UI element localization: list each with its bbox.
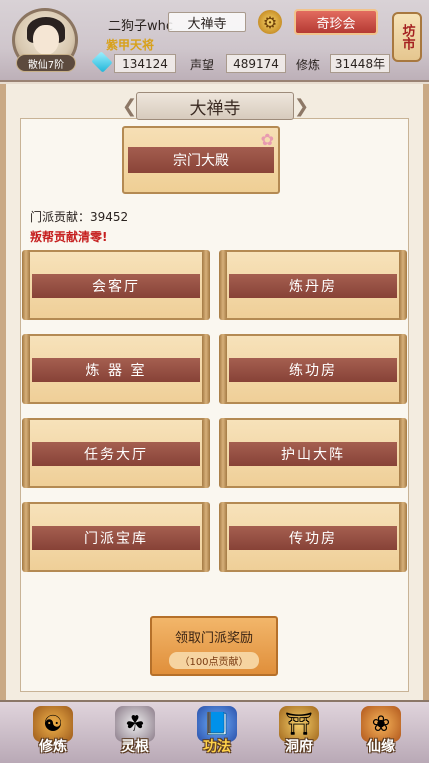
top-header: 散仙7阶 二狗子whc 大禅寺 紫甲天将 ⚙ 奇珍会 坊市 134124 声望 … (0, 0, 429, 82)
sect-contribution: 门派贡献：39452 (30, 210, 129, 224)
panel-title: 大禅寺 (136, 92, 294, 120)
room-label: 传功房 (229, 526, 397, 550)
avatar-face (33, 25, 59, 55)
cultivation-value: 31448年 (330, 54, 390, 73)
nav-item-fate[interactable]: ❀ 仙缘 (348, 706, 414, 763)
rank-tag: 散仙7阶 (16, 54, 76, 72)
bottom-nav: ☯ 修炼 ☘ 灵根 📘 功法 ⛩ 洞府 ❀ 仙缘 (0, 700, 429, 763)
nav-label: 功法 (203, 739, 231, 755)
scroll-roll (399, 502, 407, 572)
room-label: 门派宝库 (32, 526, 200, 550)
room-label: 炼 器 室 (32, 358, 200, 382)
scroll-roll (22, 334, 30, 404)
scroll-roll (202, 334, 210, 404)
gem-icon (91, 51, 113, 73)
claim-reward-button[interactable]: 领取门派奖励 （100点贡献） (150, 616, 278, 676)
scroll-roll (22, 502, 30, 572)
player-name: 二狗子whc (108, 19, 174, 34)
room-label: 练功房 (229, 358, 397, 382)
nav-label: 洞府 (285, 739, 313, 755)
reputation-value: 489174 (226, 54, 286, 73)
claim-reward-label: 领取门派奖励 (174, 631, 253, 646)
room-button-training[interactable]: 练功房 (219, 334, 407, 404)
nav-item-cultivate[interactable]: ☯ 修炼 (20, 706, 86, 763)
title-left-ornament-icon: ❮ (122, 96, 138, 117)
nav-label: 仙缘 (367, 739, 395, 755)
scroll-roll (22, 250, 30, 320)
player-title: 紫甲天将 (106, 38, 155, 52)
reputation-label: 声望 (190, 58, 215, 72)
room-button-skill-transfer[interactable]: 传功房 (219, 502, 407, 572)
settings-gear-icon[interactable]: ⚙ (258, 10, 282, 34)
scroll-roll (219, 502, 227, 572)
room-button-reception[interactable]: 会客厅 (22, 250, 210, 320)
scroll-roll (399, 418, 407, 488)
scroll-roll (22, 418, 30, 488)
blossom-icon: ✿ (260, 130, 274, 149)
room-button-alchemy[interactable]: 炼丹房 (219, 250, 407, 320)
scroll-roll (219, 418, 227, 488)
reward-cost: （100点贡献） (169, 652, 259, 669)
scroll-roll (202, 250, 210, 320)
scroll-roll (219, 250, 227, 320)
nav-label: 灵根 (121, 739, 149, 755)
scroll-roll (219, 334, 227, 404)
market-button[interactable]: 坊市 (392, 12, 422, 62)
main-hall-button[interactable]: 宗门大殿 ✿ (122, 126, 280, 194)
room-label: 炼丹房 (229, 274, 397, 298)
main-hall-label: 宗门大殿 (128, 147, 274, 173)
nav-item-cave[interactable]: ⛩ 洞府 (266, 706, 332, 763)
nav-item-spirit-root[interactable]: ☘ 灵根 (102, 706, 168, 763)
scroll-roll (202, 502, 210, 572)
title-right-ornament-icon: ❯ (294, 96, 310, 117)
room-button-mission-hall[interactable]: 任务大厅 (22, 418, 210, 488)
room-button-treasury[interactable]: 门派宝库 (22, 502, 210, 572)
nav-label: 修炼 (39, 739, 67, 755)
scroll-roll (399, 334, 407, 404)
scroll-roll (399, 250, 407, 320)
room-label: 任务大厅 (32, 442, 200, 466)
scroll-roll (202, 418, 210, 488)
panel-inner (20, 118, 409, 692)
nav-item-technique[interactable]: 📘 功法 (184, 706, 250, 763)
room-label: 护山大阵 (229, 442, 397, 466)
treasure-fair-button[interactable]: 奇珍会 (294, 9, 378, 35)
defection-warning: 叛帮贡献清零! (30, 230, 108, 244)
sect-name: 大禅寺 (168, 12, 246, 32)
cultivation-label: 修炼 (296, 58, 321, 72)
room-button-guardian-array[interactable]: 护山大阵 (219, 418, 407, 488)
room-button-forge[interactable]: 炼 器 室 (22, 334, 210, 404)
gems-value: 134124 (114, 54, 176, 73)
room-label: 会客厅 (32, 274, 200, 298)
